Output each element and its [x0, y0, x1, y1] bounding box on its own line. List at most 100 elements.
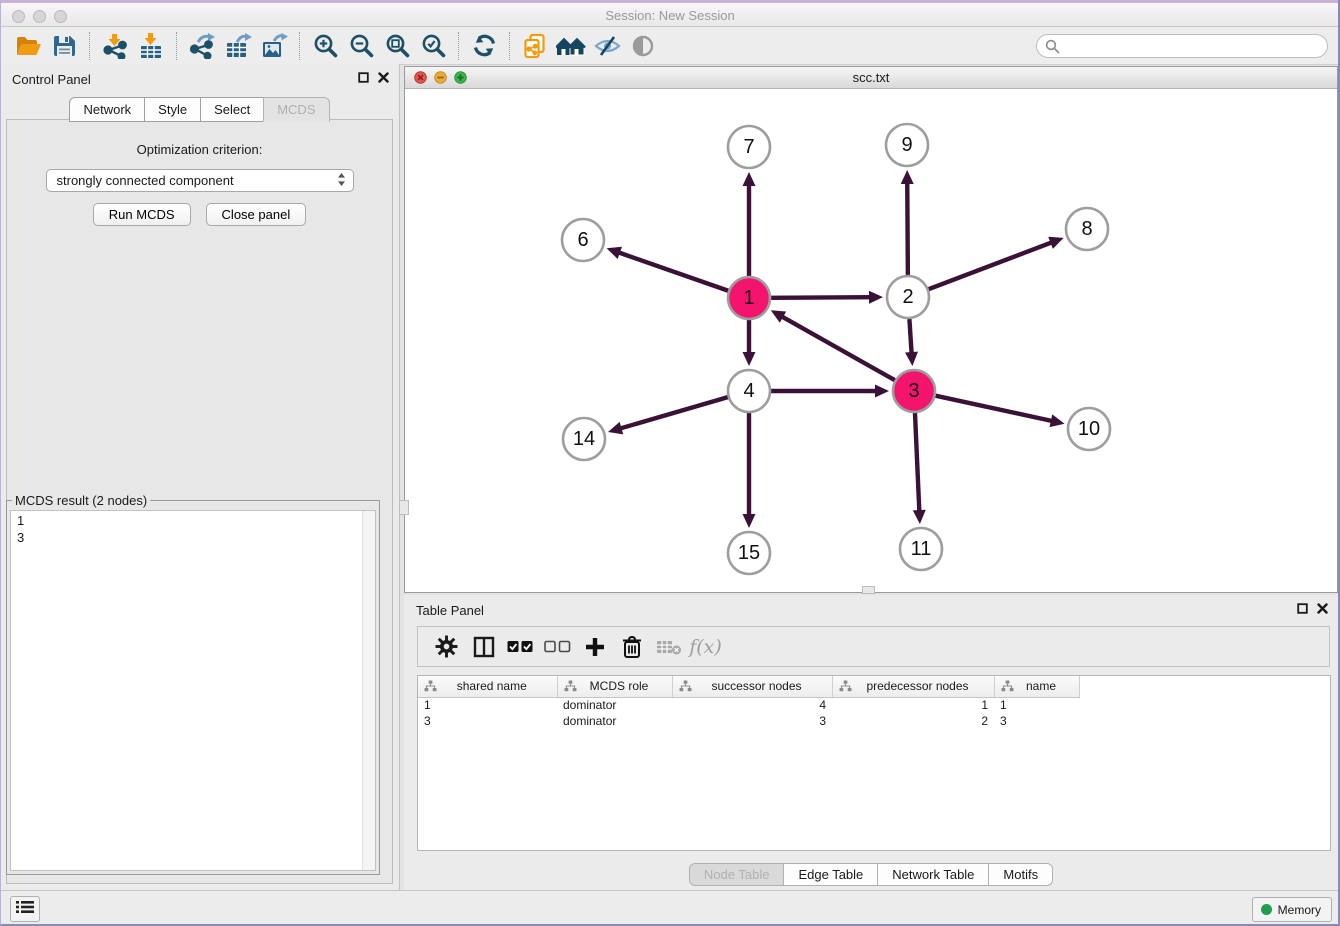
control-panel-header: Control Panel: [0, 64, 399, 92]
tab-select[interactable]: Select: [200, 97, 263, 122]
optimization-criterion-select[interactable]: strongly connected component: [46, 169, 354, 192]
open-session-icon[interactable]: [10, 30, 46, 62]
edge-2-8[interactable]: [929, 242, 1054, 289]
control-panel: Control Panel NetworkStyleSelectMCDS Opt…: [0, 64, 400, 890]
column-header-successor-nodes[interactable]: successor nodes: [672, 676, 832, 697]
zoom-out-icon[interactable]: [343, 30, 379, 62]
tab-style[interactable]: Style: [144, 97, 200, 122]
edge-1-6[interactable]: [617, 252, 728, 291]
edge-3-11[interactable]: [915, 413, 919, 513]
hide-selected-icon[interactable]: [589, 30, 625, 62]
list-icon: [16, 900, 34, 919]
graph-node-label-2: 2: [902, 286, 913, 308]
edge-arrow-1-4: [743, 352, 756, 366]
column-header-shared-name[interactable]: shared name: [418, 676, 557, 697]
float-table-panel-icon[interactable]: [1297, 603, 1308, 614]
cell-name[interactable]: 3: [994, 713, 1079, 729]
edge-3-1[interactable]: [780, 316, 894, 381]
deselect-all-icon[interactable]: [539, 628, 576, 666]
tab-mcds[interactable]: MCDS: [263, 97, 329, 122]
task-history-button[interactable]: [10, 896, 40, 922]
edge-2-9[interactable]: [907, 181, 908, 275]
hierarchy-icon: [679, 680, 692, 692]
export-table-icon[interactable]: [220, 30, 256, 62]
function-builder-icon: f(x): [687, 628, 724, 666]
delete-column-icon[interactable]: [613, 628, 650, 666]
tab-edge-table[interactable]: Edge Table: [783, 863, 877, 886]
close-panel-button[interactable]: Close panel: [206, 203, 307, 226]
column-header-MCDS-role[interactable]: MCDS role: [557, 676, 672, 697]
export-image-icon[interactable]: [256, 30, 292, 62]
toolbar-separator: [176, 32, 177, 60]
edge-arrow-3-10: [1050, 414, 1065, 427]
refresh-layout-icon[interactable]: [466, 30, 502, 62]
hierarchy-icon: [564, 680, 577, 692]
edge-3-10[interactable]: [935, 396, 1053, 422]
edge-arrow-1-6: [607, 247, 622, 259]
tab-motifs[interactable]: Motifs: [988, 863, 1053, 886]
show-all-icon[interactable]: [625, 30, 661, 62]
column-header-predecessor-nodes[interactable]: predecessor nodes: [832, 676, 994, 697]
import-network-icon[interactable]: [97, 30, 133, 62]
edge-4-14[interactable]: [619, 397, 728, 429]
node-table-viewport[interactable]: shared nameMCDS rolesuccessor nodesprede…: [417, 675, 1331, 851]
search-icon: [1045, 39, 1060, 59]
edge-arrow-3-11: [913, 510, 926, 524]
main-toolbar: [0, 27, 1340, 65]
first-neighbors-icon[interactable]: [553, 30, 589, 62]
close-panel-icon[interactable]: [378, 72, 389, 83]
cell-name[interactable]: 1: [994, 697, 1079, 713]
graph-node-label-7: 7: [743, 136, 754, 158]
horizontal-splitter-handle[interactable]: [862, 586, 875, 594]
add-column-icon[interactable]: [576, 628, 613, 666]
table-row[interactable]: 3dominator323: [418, 713, 1329, 729]
table-row[interactable]: 1dominator411: [418, 697, 1329, 713]
panel-columns-icon[interactable]: [465, 628, 502, 666]
close-table-panel-icon[interactable]: [1317, 603, 1328, 614]
tab-network-table[interactable]: Network Table: [877, 863, 988, 886]
table-panel-header: Table Panel: [404, 595, 1338, 623]
edge-1-2[interactable]: [771, 297, 872, 298]
table-toolbar: f(x): [417, 626, 1330, 667]
save-session-icon[interactable]: [46, 30, 82, 62]
import-table-icon[interactable]: [133, 30, 169, 62]
zoom-selected-icon[interactable]: [415, 30, 451, 62]
cell-shared-name[interactable]: 3: [418, 713, 557, 729]
graph-node-label-1: 1: [743, 287, 754, 309]
mcds-result-area[interactable]: 1 3: [10, 510, 376, 871]
cell-MCDS-role[interactable]: dominator: [557, 713, 672, 729]
select-all-icon[interactable]: [502, 628, 539, 666]
edge-2-3[interactable]: [909, 319, 911, 355]
column-header-name[interactable]: name: [994, 676, 1079, 697]
edge-arrow-4-14: [608, 422, 623, 434]
export-network-icon[interactable]: [184, 30, 220, 62]
clone-network-icon[interactable]: [517, 30, 553, 62]
toolbar-separator: [509, 32, 510, 60]
cell-successor-nodes[interactable]: 3: [672, 713, 832, 729]
cell-predecessor-nodes[interactable]: 1: [832, 697, 994, 713]
tab-network[interactable]: Network: [69, 97, 144, 122]
toolbar-separator: [89, 32, 90, 60]
network-view-window: scc.txt 7968124314101511: [404, 66, 1338, 593]
cell-successor-nodes[interactable]: 4: [672, 697, 832, 713]
memory-button[interactable]: Memory: [1252, 897, 1332, 922]
network-graph[interactable]: 7968124314101511: [405, 89, 1337, 593]
table-settings-icon[interactable]: [428, 628, 465, 666]
search-input[interactable]: [1036, 34, 1328, 58]
zoom-fit-icon[interactable]: [379, 30, 415, 62]
cell-MCDS-role[interactable]: dominator: [557, 697, 672, 713]
float-panel-icon[interactable]: [358, 72, 369, 83]
vertical-splitter-handle[interactable]: [399, 500, 409, 515]
graph-node-label-3: 3: [908, 380, 919, 402]
zoom-in-icon[interactable]: [307, 30, 343, 62]
network-canvas[interactable]: 7968124314101511: [405, 89, 1337, 592]
optimization-criterion-value: strongly connected component: [57, 173, 337, 188]
cell-predecessor-nodes[interactable]: 2: [832, 713, 994, 729]
column-header-filler: [1079, 676, 1329, 697]
select-stepper-icon: [337, 172, 346, 190]
result-scrollbar[interactable]: [362, 511, 375, 870]
tab-node-table[interactable]: Node Table: [689, 863, 784, 886]
network-window-titlebar: scc.txt: [405, 67, 1337, 89]
cell-shared-name[interactable]: 1: [418, 697, 557, 713]
run-mcds-button[interactable]: Run MCDS: [93, 203, 191, 226]
